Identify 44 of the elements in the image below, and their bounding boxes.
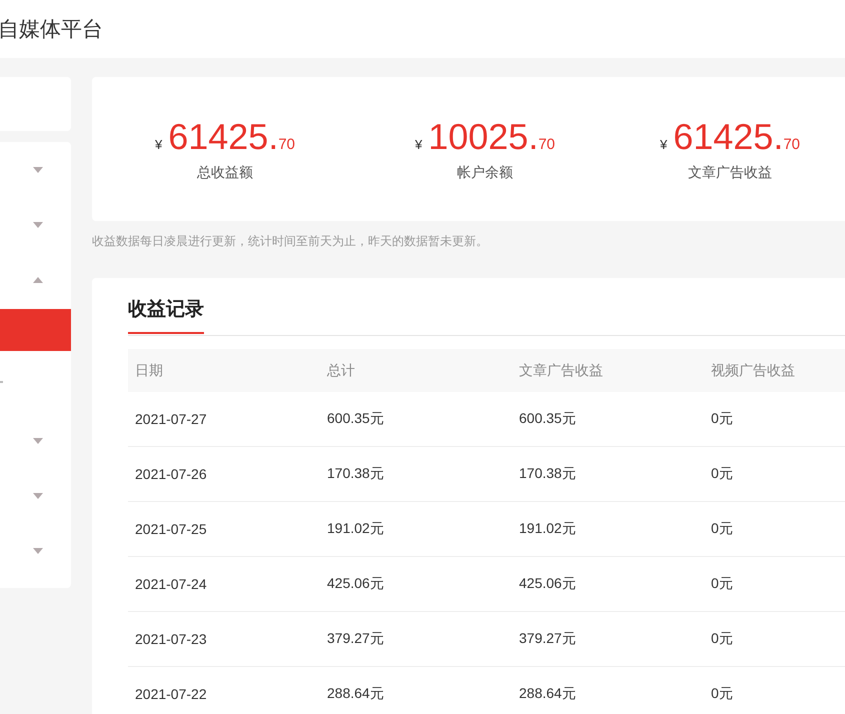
table-cell-text: 2021-07-26 <box>134 466 208 482</box>
table-cell-text: 0元 <box>710 685 734 703</box>
table-cell-text: 600.35元 <box>518 410 577 428</box>
table-cell-text: 2021-07-22 <box>134 686 208 702</box>
stat-label: 帐户余额 <box>457 164 513 182</box>
amount-value: 61425. <box>168 116 278 158</box>
table-cell-text: 0元 <box>710 630 734 648</box>
table-cell-text: 170.38元 <box>518 465 577 483</box>
column-header: 文章广告收益 <box>518 362 604 380</box>
table-cell-text: 0元 <box>710 575 734 593</box>
currency-sign: ¥ <box>414 137 422 152</box>
table-cell-text: 191.02元 <box>326 520 385 538</box>
table-cell-text: 425.06元 <box>326 575 385 593</box>
amount-value: 10025. <box>428 116 538 158</box>
table-cell-text: 0元 <box>710 410 734 428</box>
column-header: 视频广告收益 <box>710 362 796 380</box>
amount-decimal: 70 <box>538 136 556 153</box>
records-tab[interactable]: 收益记录 <box>128 296 204 334</box>
table-cell-text: 0元 <box>710 520 734 538</box>
amount-decimal: 70 <box>278 136 296 153</box>
table-cell-text: 2021-07-27 <box>134 411 208 427</box>
table-cell-text: 288.64元 <box>518 685 577 703</box>
table-cell-text: 425.06元 <box>518 575 577 593</box>
stat-label: 总收益额 <box>197 164 253 182</box>
table-cell-text: 0元 <box>710 465 734 483</box>
currency-sign: ¥ <box>154 137 162 152</box>
update-note: 收益数据每日凌晨进行更新，统计时间至前天为止，昨天的数据暂未更新。 <box>92 233 489 250</box>
submenu-item[interactable] <box>0 309 71 351</box>
table-cell-text: 379.27元 <box>518 630 577 648</box>
table-cell-text: 2021-07-25 <box>134 521 208 537</box>
table-cell-text: 170.38元 <box>326 465 385 483</box>
column-header: 总计 <box>326 362 356 380</box>
table-cell-text: 191.02元 <box>518 520 577 538</box>
table-cell-text: 2021-07-23 <box>134 631 208 647</box>
stat-label: 文章广告收益 <box>688 164 772 182</box>
amount-value: 61425. <box>673 116 784 158</box>
platform-title: 自媒体平台 <box>0 17 103 43</box>
table-cell-text: 2021-07-24 <box>134 576 208 592</box>
table-cell-text: 288.64元 <box>326 685 385 703</box>
amount-decimal: 70 <box>783 136 800 153</box>
table-cell-text: 600.35元 <box>326 410 385 428</box>
column-header: 日期 <box>134 362 164 380</box>
currency-sign: ¥ <box>660 137 668 152</box>
table-cell-text: 379.27元 <box>326 630 385 648</box>
